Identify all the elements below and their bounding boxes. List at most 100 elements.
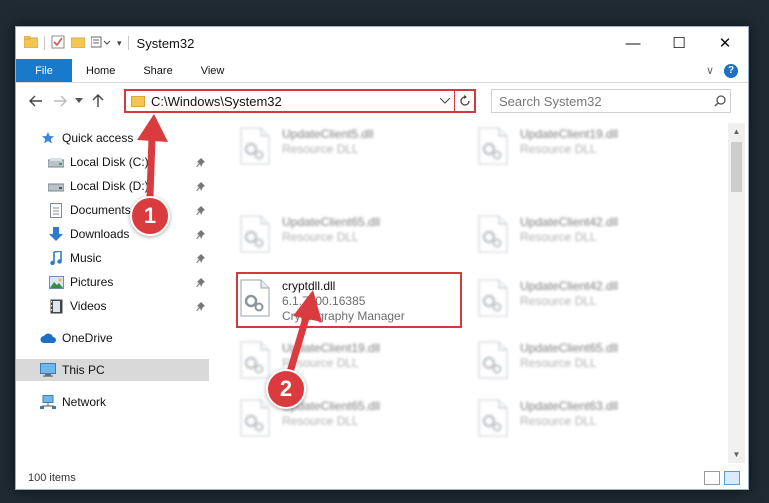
file-description: Resource DLL: [520, 356, 597, 370]
details-view-icon[interactable]: [704, 471, 720, 485]
nav-item-pictures[interactable]: Pictures: [48, 271, 206, 293]
file-tile[interactable]: UpdateClient42.dll Resource DLL: [474, 211, 698, 257]
chevron-down-icon: [75, 98, 83, 103]
music-icon: [48, 250, 64, 266]
nav-this-pc[interactable]: This PC: [16, 359, 209, 381]
file-tile[interactable]: UpdateClient65.dll Resource DLL: [236, 211, 460, 257]
dll-file-icon: [478, 215, 510, 255]
back-button[interactable]: [24, 89, 48, 113]
pictures-icon: [48, 274, 64, 290]
nav-item-local-disk-d[interactable]: Local Disk (D:): [48, 175, 206, 197]
ribbon-right: ∨ ?: [706, 59, 748, 82]
file-description: Resource DLL: [282, 142, 359, 156]
tab-share[interactable]: Share: [129, 59, 186, 82]
scroll-up-button[interactable]: ▲: [728, 123, 745, 140]
explorer-window: ▾ System32 — ☐ ✕ File Home Share View ∨ …: [15, 26, 749, 490]
file-description: Resource DLL: [520, 414, 597, 428]
nav-label: Network: [62, 395, 107, 409]
documents-icon: [48, 202, 64, 218]
nav-item-downloads[interactable]: Downloads: [48, 223, 206, 245]
nav-label: Videos: [70, 299, 107, 313]
folder-icon: [23, 35, 39, 51]
file-name: UpdateClient42.dll: [520, 215, 619, 229]
close-button[interactable]: ✕: [702, 27, 748, 59]
maximize-button[interactable]: ☐: [656, 27, 702, 59]
recent-locations-button[interactable]: [72, 89, 86, 113]
file-description: Resource DLL: [520, 230, 597, 244]
dll-file-icon: [240, 341, 272, 381]
search-icon[interactable]: [710, 95, 730, 107]
ribbon-tabs: File Home Share View ∨ ?: [16, 59, 748, 83]
dll-file-icon: [240, 215, 272, 255]
file-description: Resource DLL: [520, 142, 597, 156]
nav-item-music[interactable]: Music: [48, 247, 206, 269]
pin-icon[interactable]: [196, 253, 206, 267]
pin-icon[interactable]: [196, 157, 206, 171]
vertical-scrollbar[interactable]: ▲ ▼: [728, 123, 745, 463]
file-list: UpdateClient5.dll Resource DLL UpdateClie…: [212, 123, 726, 463]
quick-access-toolbar: ▾: [16, 35, 129, 52]
tiles-view-icon[interactable]: [724, 471, 740, 485]
address-path[interactable]: C:\Windows\System32: [151, 94, 436, 109]
step-badge-1: 1: [130, 196, 170, 236]
tab-file[interactable]: File: [16, 59, 72, 82]
computer-icon: [40, 362, 56, 378]
refresh-button[interactable]: [454, 91, 474, 111]
address-row: C:\Windows\System32 Search System32: [16, 85, 748, 117]
expand-ribbon-icon[interactable]: ∨: [706, 64, 714, 77]
new-folder-icon[interactable]: [70, 36, 86, 51]
nav-onedrive[interactable]: OneDrive: [40, 327, 113, 349]
window-controls: — ☐ ✕: [610, 27, 748, 59]
qat-dropdown-icon[interactable]: ▾: [117, 38, 122, 49]
up-button[interactable]: [86, 89, 110, 113]
file-tile[interactable]: UpdateClient42.dll Resource DLL: [474, 275, 698, 321]
minimize-button[interactable]: —: [610, 27, 656, 59]
nav-item-documents[interactable]: Documents: [48, 199, 206, 221]
videos-icon: [48, 298, 64, 314]
folder-icon: [131, 95, 145, 107]
nav-label: Music: [70, 251, 102, 265]
downloads-icon: [48, 226, 64, 242]
dll-file-icon: [240, 399, 272, 439]
search-input[interactable]: Search System32: [499, 94, 710, 109]
nav-item-local-disk-c[interactable]: Local Disk (C:): [48, 151, 206, 173]
nav-network[interactable]: Network: [40, 391, 106, 413]
file-tile[interactable]: UpdateClient19.dll Resource DLL: [474, 123, 698, 169]
properties-icon[interactable]: [51, 35, 65, 52]
dll-file-icon: [478, 399, 510, 439]
pin-icon[interactable]: [196, 205, 206, 219]
tab-view[interactable]: View: [187, 59, 239, 82]
navigation-pane: Quick access Local Disk (C:) Local Disk …: [16, 125, 211, 463]
file-tile[interactable]: UpdateClient65.dll Resource DLL: [236, 395, 460, 441]
pin-icon[interactable]: [196, 301, 206, 315]
back-arrow-icon: [29, 95, 42, 107]
search-box[interactable]: Search System32: [491, 89, 731, 113]
qat-separator: [44, 36, 45, 50]
status-bar: 100 items: [16, 467, 748, 489]
drive-icon: [48, 154, 64, 170]
tab-home[interactable]: Home: [72, 59, 129, 82]
scroll-thumb[interactable]: [731, 142, 742, 192]
address-bar[interactable]: C:\Windows\System32: [124, 89, 476, 113]
file-name: UpdateClient65.dll: [282, 215, 381, 229]
cloud-icon: [40, 330, 56, 346]
address-dropdown-icon[interactable]: [436, 96, 454, 107]
file-name: UpdateClient19.dll: [520, 127, 619, 141]
pin-icon[interactable]: [196, 229, 206, 243]
dll-file-icon: [478, 279, 510, 319]
pin-icon[interactable]: [196, 277, 206, 291]
nav-item-videos[interactable]: Videos: [48, 295, 206, 317]
file-tile[interactable]: UpdateClient5.dll Resource DLL: [236, 123, 460, 169]
scroll-down-button[interactable]: ▼: [728, 446, 745, 463]
forward-button[interactable]: [48, 89, 72, 113]
pin-icon[interactable]: [196, 181, 206, 195]
file-tile[interactable]: UpdateClient63.dll Resource DLL: [474, 395, 698, 441]
customize-icon[interactable]: [90, 36, 111, 51]
nav-quick-access[interactable]: Quick access: [40, 127, 133, 149]
nav-label: Downloads: [70, 227, 130, 241]
file-tile[interactable]: UpdateClient65.dll Resource DLL: [474, 337, 698, 383]
nav-label: Local Disk (D:): [70, 179, 149, 193]
network-icon: [40, 394, 56, 410]
help-icon[interactable]: ?: [724, 63, 738, 78]
dll-file-icon: [478, 127, 510, 167]
